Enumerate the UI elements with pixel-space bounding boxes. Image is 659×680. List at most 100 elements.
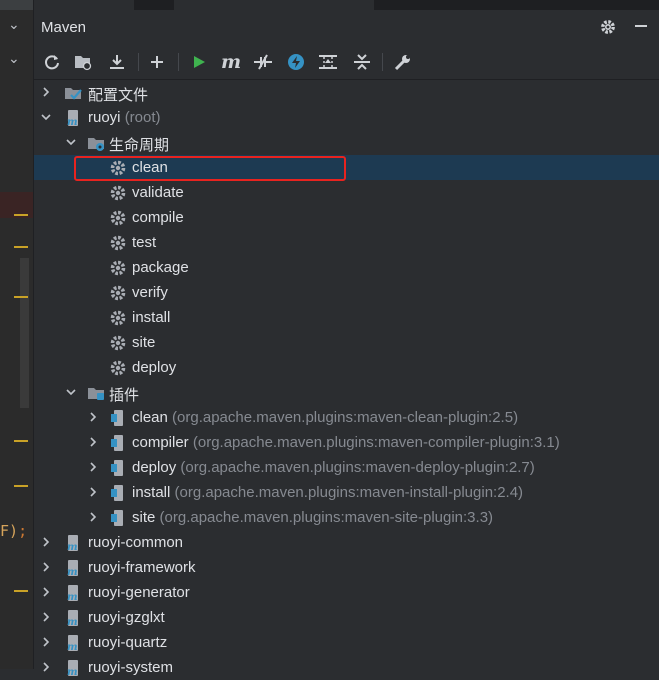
phase-label: deploy [132, 359, 177, 376]
download-icon[interactable] [106, 51, 128, 73]
change-marker [14, 440, 28, 442]
add-icon[interactable] [146, 51, 168, 73]
code-fragment: F); [0, 522, 28, 540]
chevron-right-icon[interactable] [40, 661, 52, 673]
module-label: ruoyi-quartz [88, 634, 168, 651]
svg-text:m: m [67, 542, 78, 552]
chevron-right-icon[interactable] [87, 461, 99, 473]
lifecycle-phase-compile[interactable]: compile [34, 205, 659, 230]
chevron-down-icon[interactable] [40, 111, 52, 123]
plugin-item-clean[interactable]: clean (org.apache.maven.plugins:maven-cl… [34, 405, 659, 430]
chevron-right-icon[interactable] [87, 436, 99, 448]
chevron-right-icon[interactable] [87, 486, 99, 498]
plugin-item-deploy[interactable]: deploy (org.apache.maven.plugins:maven-d… [34, 455, 659, 480]
chevron-right-icon[interactable] [40, 586, 52, 598]
maven-goal-icon[interactable]: m [220, 51, 242, 73]
module-label: ruoyi-system [88, 659, 174, 676]
chevron-down-icon[interactable] [65, 386, 77, 398]
lifecycle-phase-deploy[interactable]: deploy [34, 355, 659, 380]
chevron-down-icon[interactable]: ⌄ [8, 50, 20, 67]
gear-icon[interactable] [598, 18, 618, 38]
chevron-down-icon[interactable]: ⌄ [8, 16, 20, 33]
skip-tests-icon[interactable] [285, 51, 307, 73]
plugin-item-install[interactable]: install (org.apache.maven.plugins:maven-… [34, 480, 659, 505]
lifecycle-phase-validate[interactable]: validate [34, 180, 659, 205]
lifecycle-phase-site[interactable]: site [34, 330, 659, 355]
chevron-right-icon[interactable] [40, 536, 52, 548]
tree-node-module[interactable]: m ruoyi-gzglxt [34, 605, 659, 630]
maven-project-icon: m [67, 585, 78, 602]
maven-toolbar: m [34, 45, 659, 80]
tree-node-root-project[interactable]: m ruoyi (root) [34, 105, 659, 130]
plugin-icon [111, 510, 123, 526]
lifecycle-phase-test[interactable]: test [34, 230, 659, 255]
tree-node-module[interactable]: m ruoyi-generator [34, 580, 659, 605]
gear-icon [110, 235, 126, 251]
reload-icon[interactable] [41, 51, 63, 73]
editor-tab[interactable] [0, 0, 33, 10]
tree-node-label: 配置文件 [88, 87, 149, 104]
module-label: ruoyi-gzglxt [88, 609, 165, 626]
chevron-down-icon[interactable] [65, 136, 77, 148]
chevron-right-icon[interactable] [40, 636, 52, 648]
chevron-right-icon[interactable] [87, 411, 99, 423]
toggle-offline-icon[interactable] [252, 51, 274, 73]
minimize-icon[interactable] [631, 18, 651, 38]
tree-node-module[interactable]: m ruoyi-system [34, 655, 659, 680]
chevron-right-icon[interactable] [40, 561, 52, 573]
plugins-folder-icon [88, 388, 104, 400]
plugin-label: site (org.apache.maven.plugins:maven-sit… [132, 509, 494, 526]
plugin-label: deploy (org.apache.maven.plugins:maven-d… [132, 459, 535, 476]
add-folder-icon[interactable] [72, 51, 94, 73]
tree-node-profiles[interactable]: 配置文件 [34, 80, 659, 105]
editor-strip: ⌄ ⌄ F); [0, 0, 34, 669]
chevron-right-icon[interactable] [40, 611, 52, 623]
plugin-label: install (org.apache.maven.plugins:maven-… [132, 484, 524, 501]
svg-text:m: m [67, 117, 78, 127]
plugin-item-compiler[interactable]: compiler (org.apache.maven.plugins:maven… [34, 430, 659, 455]
lifecycle-phase-package[interactable]: package [34, 255, 659, 280]
tree-node-plugins[interactable]: 插件 [34, 380, 659, 405]
chevron-right-icon[interactable] [40, 86, 52, 98]
tree-node-module[interactable]: m ruoyi-common [34, 530, 659, 555]
tree-node-module[interactable]: m ruoyi-framework [34, 555, 659, 580]
phase-label: install [132, 309, 171, 326]
phase-label: site [132, 334, 156, 351]
window-tab[interactable] [174, 0, 374, 10]
profiles-folder-icon [65, 88, 82, 100]
panel-title: Maven [41, 19, 87, 36]
collapse-all-icon[interactable] [351, 51, 373, 73]
phase-label: package [132, 259, 189, 276]
plugin-icon [111, 460, 123, 476]
settings-wrench-icon[interactable] [392, 51, 414, 73]
maven-project-icon: m [67, 110, 78, 127]
gear-icon [110, 210, 126, 226]
tree-node-module[interactable]: m ruoyi-quartz [34, 630, 659, 655]
gear-icon [110, 285, 126, 301]
tree-node-label: 插件 [109, 387, 140, 404]
gear-icon [110, 335, 126, 351]
tree-node-lifecycle[interactable]: 生命周期 [34, 130, 659, 155]
gear-icon [110, 310, 126, 326]
svg-text:m: m [67, 642, 78, 652]
show-dependencies-icon[interactable] [317, 51, 339, 73]
maven-project-icon: m [67, 635, 78, 652]
run-icon[interactable] [188, 51, 210, 73]
lifecycle-phase-install[interactable]: install [34, 305, 659, 330]
maven-project-icon: m [67, 610, 78, 627]
plugin-icon [111, 485, 123, 501]
phase-label: verify [132, 284, 168, 301]
module-label: ruoyi-common [88, 534, 184, 551]
svg-text:m: m [67, 567, 78, 577]
maven-project-icon: m [67, 560, 78, 577]
window-tab[interactable] [34, 0, 134, 10]
svg-text:m: m [67, 617, 78, 627]
plugin-item-site[interactable]: site (org.apache.maven.plugins:maven-sit… [34, 505, 659, 530]
chevron-right-icon[interactable] [87, 511, 99, 523]
gear-icon [110, 360, 126, 376]
plugin-label: clean (org.apache.maven.plugins:maven-cl… [132, 409, 519, 426]
change-marker [14, 246, 28, 248]
lifecycle-folder-icon [88, 138, 104, 151]
editor-scrollbar[interactable] [20, 258, 29, 408]
lifecycle-phase-verify[interactable]: verify [34, 280, 659, 305]
